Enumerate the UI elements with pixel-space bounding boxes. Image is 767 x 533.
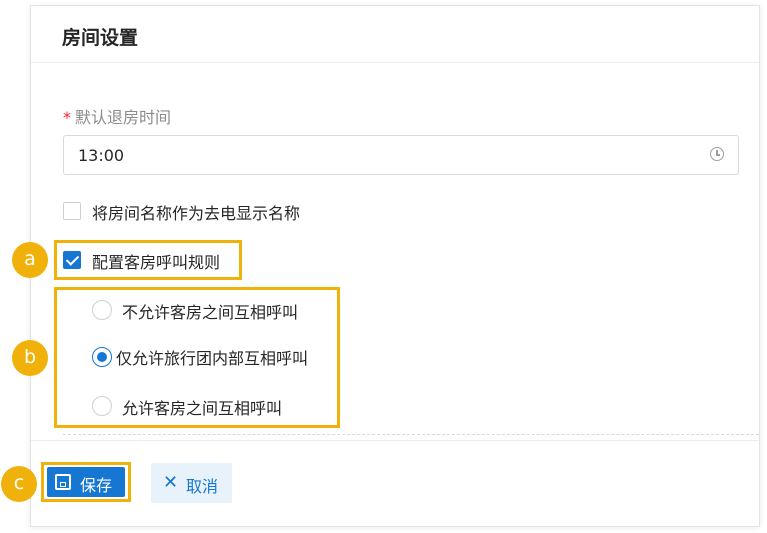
cancel-button-label: 取消 (186, 477, 219, 496)
title-divider (31, 62, 759, 63)
checkout-time-label: * 默认退房时间 (63, 104, 171, 128)
radio-group-only-calls[interactable] (92, 347, 112, 367)
save-icon (55, 474, 71, 490)
cancel-button[interactable]: ✕ 取消 (151, 463, 232, 503)
annotation-badge-b: b (12, 340, 48, 376)
checkout-time-value: 13:00 (78, 146, 125, 165)
radio-label-group-only-calls[interactable]: 仅允许旅行团内部互相呼叫 (116, 345, 308, 369)
radio-label-allow-room-calls[interactable]: 允许客房之间互相呼叫 (122, 395, 282, 419)
configure-call-rules-checkbox[interactable] (63, 251, 81, 269)
annotation-badge-c: c (1, 466, 37, 502)
save-button[interactable]: 保存 (47, 467, 125, 497)
radio-disallow-room-calls[interactable] (92, 300, 112, 320)
annotation-badge-a: a (12, 242, 48, 278)
checkout-time-picker[interactable]: 13:00 (63, 135, 739, 175)
section-dashed-divider (63, 434, 759, 435)
footer-divider (31, 440, 759, 441)
radio-label-disallow-room-calls[interactable]: 不允许客房之间互相呼叫 (122, 299, 298, 323)
panel-title: 房间设置 (62, 27, 139, 49)
checkout-time-label-text: 默认退房时间 (75, 108, 172, 127)
room-name-caller-id-label[interactable]: 将房间名称作为去电显示名称 (92, 200, 300, 224)
close-icon: ✕ (163, 472, 179, 493)
required-mark: * (63, 108, 71, 127)
radio-allow-room-calls[interactable] (92, 396, 112, 416)
room-name-caller-id-checkbox[interactable] (63, 202, 81, 220)
configure-call-rules-label[interactable]: 配置客房呼叫规则 (92, 249, 220, 273)
save-button-label: 保存 (80, 476, 113, 495)
clock-icon (710, 147, 724, 161)
